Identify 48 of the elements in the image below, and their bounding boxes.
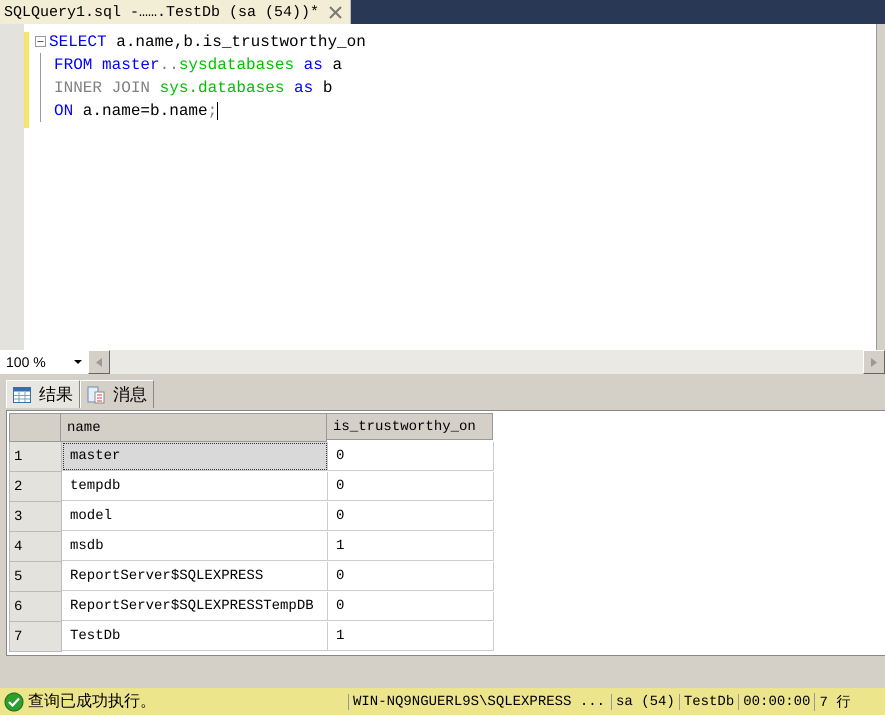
row-header[interactable]: 2 [9,472,62,502]
zoom-dropdown[interactable]: 100 % [0,350,88,374]
user-name: sa (54) [611,694,679,710]
status-message: 查询已成功执行。 [28,691,157,712]
code-line: ON a.name=b.name; [54,102,218,120]
scroll-left-icon[interactable] [96,358,102,366]
table-cell: 0 [328,592,494,621]
table-cell: 0 [328,562,494,591]
grid-icon [13,386,31,402]
row-count: 7 行 [814,692,854,710]
results-tab[interactable]: 消息 [80,380,154,408]
results-tab[interactable]: 结果 [6,380,80,408]
row-header[interactable]: 3 [9,502,62,532]
table-cell: master [62,442,328,471]
column-header[interactable]: name [61,413,327,442]
server-name: WIN-NQ9NGUERL9S\SQLEXPRESS ... [348,694,611,710]
success-check-icon [4,692,24,712]
table-cell: 1 [328,622,494,651]
table-cell: TestDb [62,622,328,651]
code-line: FROM master..sysdatabases as a [54,56,342,74]
table-cell: ReportServer$SQLEXPRESS [62,562,328,591]
row-header[interactable]: 5 [9,562,62,592]
row-header[interactable]: 4 [9,532,62,562]
grid-corner-header[interactable] [9,413,61,442]
table-cell: 0 [328,502,494,531]
document-tab[interactable]: SQLQuery1.sql -…….TestDb (sa (54))* [0,0,352,24]
code-line: SELECT a.name,b.is_trustworthy_on [49,32,366,50]
table-cell: ReportServer$SQLEXPRESSTempDB [62,592,328,621]
table-cell: 0 [328,472,494,501]
row-header[interactable]: 1 [9,442,62,472]
collapse-icon[interactable] [35,36,46,47]
row-header[interactable]: 6 [9,592,62,622]
close-icon[interactable] [329,6,342,18]
row-header[interactable]: 7 [9,622,62,652]
table-cell: model [62,502,328,531]
vertical-scrollbar[interactable] [876,24,885,350]
dropdown-icon [74,360,82,364]
code-line: INNER JOIN sys.databases as b [54,78,332,96]
horizontal-scrollbar[interactable] [88,350,885,374]
elapsed-time: 00:00:00 [738,694,814,710]
column-header[interactable]: is_trustworthy_on [327,413,493,440]
database-name: TestDb [678,694,738,710]
scroll-right-icon[interactable] [871,358,877,366]
table-cell: 1 [328,532,494,561]
table-cell: tempdb [62,472,328,501]
document-icon [87,386,105,404]
table-cell: msdb [62,532,328,561]
table-cell: 0 [328,442,494,471]
